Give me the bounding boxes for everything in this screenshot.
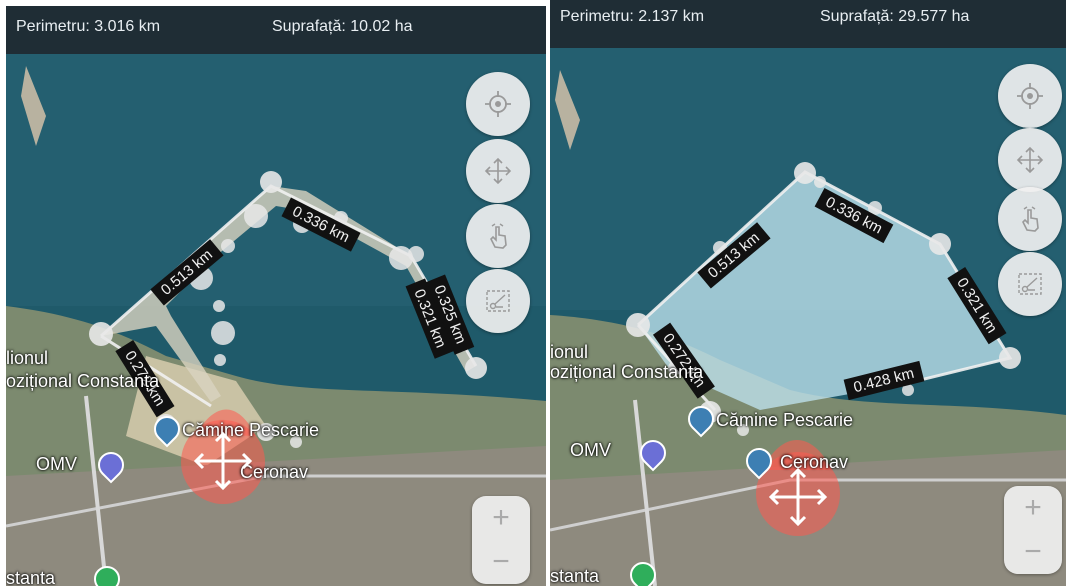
cut-area-icon	[486, 290, 510, 312]
place-label: ozițional Constanța	[6, 371, 160, 391]
select-point-button[interactable]	[998, 187, 1062, 251]
map-screen-right: Perimetru: 2.137 km Suprafață: 29.577 ha…	[550, 0, 1066, 586]
perimeter-label: Perimetru: 2.137 km	[560, 8, 705, 25]
place-label: OMV	[570, 440, 612, 460]
hand-pointer-icon	[1022, 206, 1039, 232]
move-icon	[1016, 146, 1044, 174]
place-label: stanta	[550, 566, 600, 586]
hand-pointer-icon	[490, 223, 507, 249]
drag-handle-move-icon[interactable]	[188, 426, 258, 496]
zoom-in-button[interactable]: +	[1004, 486, 1062, 530]
locate-icon	[1017, 83, 1043, 109]
place-label: ionul	[550, 342, 589, 362]
map-screen-left: Perimetru: 3.016 km Suprafață: 10.02 ha …	[6, 6, 546, 586]
measurement-bar: Perimetru: 3.016 km Suprafață: 10.02 ha	[6, 6, 546, 54]
zoom-control: + −	[472, 496, 530, 584]
move-button[interactable]	[466, 139, 530, 203]
area-label: Suprafață: 29.577 ha	[820, 8, 970, 25]
satellite-map[interactable]	[6, 6, 546, 586]
cut-area-icon	[1018, 273, 1042, 295]
place-label: stanta	[6, 568, 56, 586]
zoom-out-button[interactable]: −	[472, 540, 530, 584]
place-label: lionul	[6, 348, 49, 368]
cut-area-button[interactable]	[998, 252, 1062, 316]
move-icon	[484, 157, 512, 185]
zoom-in-button[interactable]: +	[472, 496, 530, 540]
place-label: Cămine Pescarie	[716, 410, 854, 430]
drag-handle-move-icon[interactable]	[763, 462, 833, 532]
measurement-bar: Perimetru: 2.137 km Suprafață: 29.577 ha	[550, 0, 1066, 48]
locate-icon	[485, 91, 511, 117]
select-point-button[interactable]	[466, 204, 530, 268]
locate-button[interactable]	[998, 64, 1062, 128]
zoom-control: + −	[1004, 486, 1062, 574]
place-label: OMV	[36, 454, 78, 474]
perimeter-label: Perimetru: 3.016 km	[16, 18, 161, 35]
area-label: Suprafață: 10.02 ha	[272, 18, 413, 35]
zoom-out-button[interactable]: −	[1004, 530, 1062, 574]
place-label: ozițional Constanța	[550, 362, 704, 382]
locate-button[interactable]	[466, 72, 530, 136]
cut-area-button[interactable]	[466, 269, 530, 333]
move-button[interactable]	[998, 128, 1062, 192]
